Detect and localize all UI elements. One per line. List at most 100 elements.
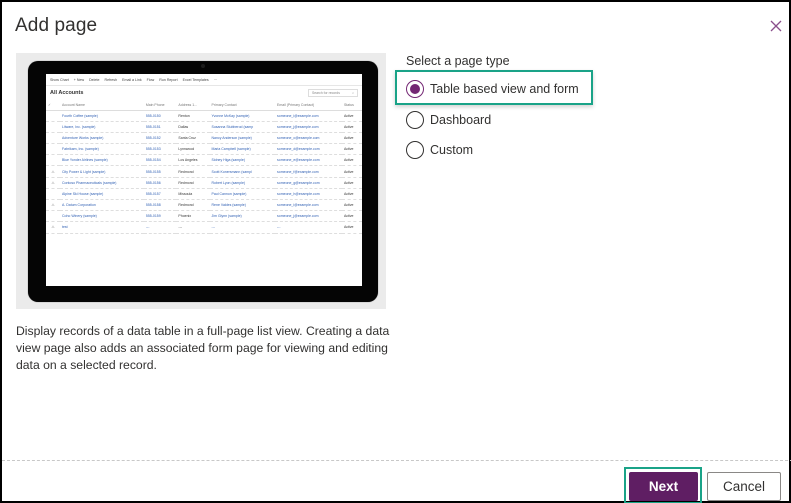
row-status-icon xyxy=(46,132,60,145)
preview-cell-account-name: test xyxy=(60,221,144,234)
preview-cell-status: Active xyxy=(341,188,362,201)
preview-grid-row: Coho Winery (sample) 555-0159 Phoenix Jim G… xyxy=(46,210,362,223)
radio-label: Dashboard xyxy=(430,113,492,127)
radio-table-based-view-and-form[interactable]: Table based view and form xyxy=(406,80,579,98)
preview-cell-phone: 555-0156 xyxy=(143,177,177,189)
radio-custom[interactable]: Custom xyxy=(406,141,473,159)
add-page-dialog: Add page Show Chart + New Delete Refresh… xyxy=(0,0,791,503)
preview-cell-contact: Maria Campbell (sample) xyxy=(209,143,276,156)
preview-cell-city: Phoenix xyxy=(176,210,210,223)
tablet-frame: Show Chart + New Delete Refresh Email a … xyxy=(28,61,378,302)
preview-cell-city: Lynnwood xyxy=(176,143,210,156)
preview-cell-city: Redmond xyxy=(176,177,210,189)
radio-dashboard[interactable]: Dashboard xyxy=(406,111,491,129)
preview-cell-phone: --- xyxy=(143,221,177,234)
close-button[interactable] xyxy=(769,19,783,33)
preview-cell-status: Active xyxy=(341,132,362,145)
preview-grid-row: Blue Yonder Airlines (sample) 555-0154 Los… xyxy=(46,154,362,167)
preview-cell-city: Renton xyxy=(176,110,210,122)
preview-cell-city: Los Angeles xyxy=(176,154,210,167)
preview-grid-row: ⚠ City Power & Light (sample) 555-0155 Redm… xyxy=(46,165,362,178)
preview-grid-row: ⚠ Contoso Pharmaceuticals (sample) 555-015… xyxy=(46,177,362,189)
preview-cell-email: someone_h@example.com xyxy=(275,188,342,201)
preview-col-header: Account Name xyxy=(60,100,144,111)
search-icon: ⌕ xyxy=(352,91,354,95)
preview-cell-phone: 555-0158 xyxy=(143,199,177,212)
preview-cell-city: Redmond xyxy=(176,199,210,212)
preview-cmd: Show Chart xyxy=(50,77,69,82)
preview-cell-status: Active xyxy=(341,143,362,156)
footer-divider xyxy=(2,460,791,461)
preview-cmd: Run Report xyxy=(159,77,178,82)
preview-cell-status: Active xyxy=(341,154,362,167)
preview-cell-account-name: A. Datum Corporation xyxy=(60,199,144,212)
preview-grid-row: Litware, Inc. (sample) 555-0151 Dallas Susa… xyxy=(46,121,362,133)
preview-grid-row: Fourth Coffee (sample) 555-0150 Renton Yvon… xyxy=(46,110,362,122)
preview-cell-email: --- xyxy=(275,221,342,234)
preview-cmd: Email a Link xyxy=(122,77,142,82)
preview-cell-city: Redmond xyxy=(176,165,210,178)
preview-col-header: Main Phone xyxy=(143,100,177,111)
preview-cmd: Delete xyxy=(89,77,100,82)
row-status-icon: ⚠ xyxy=(46,165,60,178)
preview-cell-email: someone_j@example.com xyxy=(275,121,342,133)
cancel-button[interactable]: Cancel xyxy=(707,472,781,501)
preview-grid-row: Fabrikam, Inc. (sample) 555-0153 Lynnwood M… xyxy=(46,143,362,156)
preview-cell-phone: 555-0159 xyxy=(143,210,177,223)
preview-view-title: All Accounts xyxy=(50,90,84,96)
preview-cell-email: someone_f@example.com xyxy=(275,165,342,178)
preview-cell-city: Santa Cruz xyxy=(176,132,210,145)
dialog-title: Add page xyxy=(15,15,98,36)
preview-cell-status: Active xyxy=(341,165,362,178)
radio-unchecked-icon xyxy=(406,141,424,159)
preview-cell-email: someone_j@example.com xyxy=(275,210,342,223)
preview-cell-email: someone_i@example.com xyxy=(275,110,342,122)
preview-cell-account-name: Litware, Inc. (sample) xyxy=(60,121,144,133)
preview-cell-account-name: Fabrikam, Inc. (sample) xyxy=(60,143,144,156)
preview-cell-contact: Jim Glynn (sample) xyxy=(209,210,276,223)
preview-cmd: Excel Templates xyxy=(182,77,209,82)
row-status-icon: ⚠ xyxy=(46,199,60,212)
page-type-description: Display records of a data table in a ful… xyxy=(16,324,390,372)
preview-cell-phone: 555-0154 xyxy=(143,154,177,167)
preview-grid-row: ⚠ test --- --- --- --- Active xyxy=(46,221,362,234)
preview-cell-status: Active xyxy=(341,121,362,133)
row-status-icon xyxy=(46,188,60,201)
preview-cmd: Refresh xyxy=(104,77,118,82)
preview-grid-row: Adventure Works (sample) 555-0152 Santa Cr… xyxy=(46,132,362,145)
preview-grid: ✓ Account Name Main Phone Address 1... P… xyxy=(46,100,362,234)
preview-cell-contact: Sidney Higa (sample) xyxy=(209,154,276,167)
preview-cell-account-name: Alpine Ski House (sample) xyxy=(60,188,144,201)
preview-cell-contact: Susanna Stubberod (samp xyxy=(209,121,276,133)
radio-label: Table based view and form xyxy=(430,82,579,96)
row-status-icon xyxy=(46,121,60,133)
preview-cell-contact: Rene Valdes (sample) xyxy=(209,199,276,212)
radio-checked-icon xyxy=(406,80,424,98)
row-status-icon: ⚠ xyxy=(46,177,60,189)
preview-cell-phone: 555-0153 xyxy=(143,143,177,156)
preview-cell-contact: Scott Konersmann (sampl xyxy=(209,165,276,178)
page-type-label: Select a page type xyxy=(406,54,510,68)
preview-search-box: Search for records ⌕ xyxy=(308,89,358,97)
preview-cmd: Flow xyxy=(146,77,155,82)
close-icon xyxy=(770,20,782,32)
preview-cell-status: Active xyxy=(341,199,362,212)
preview-cell-status: Active xyxy=(341,177,362,189)
preview-col-header: Status xyxy=(341,100,362,111)
next-button[interactable]: Next xyxy=(629,472,698,501)
row-status-icon: ⚠ xyxy=(46,221,60,234)
preview-cell-city: --- xyxy=(176,221,210,234)
preview-cell-email: someone_e@example.com xyxy=(275,154,342,167)
row-status-icon xyxy=(46,143,60,156)
preview-cell-status: Active xyxy=(341,110,362,122)
preview-cell-phone: 555-0151 xyxy=(143,121,177,133)
preview-cell-email: someone_g@example.com xyxy=(275,177,342,189)
preview-grid-row: ⚠ A. Datum Corporation 555-0158 Redmond Rene… xyxy=(46,199,362,212)
preview-cell-account-name: Contoso Pharmaceuticals (sample) xyxy=(60,177,144,189)
preview-cell-account-name: Blue Yonder Airlines (sample) xyxy=(60,154,144,167)
preview-cell-account-name: Fourth Coffee (sample) xyxy=(60,110,144,122)
preview-cell-email: someone_i@example.com xyxy=(275,199,342,212)
row-status-icon xyxy=(46,154,60,167)
preview-cell-phone: 555-0150 xyxy=(143,110,177,122)
preview-cell-contact: Robert Lyon (sample) xyxy=(209,177,276,189)
